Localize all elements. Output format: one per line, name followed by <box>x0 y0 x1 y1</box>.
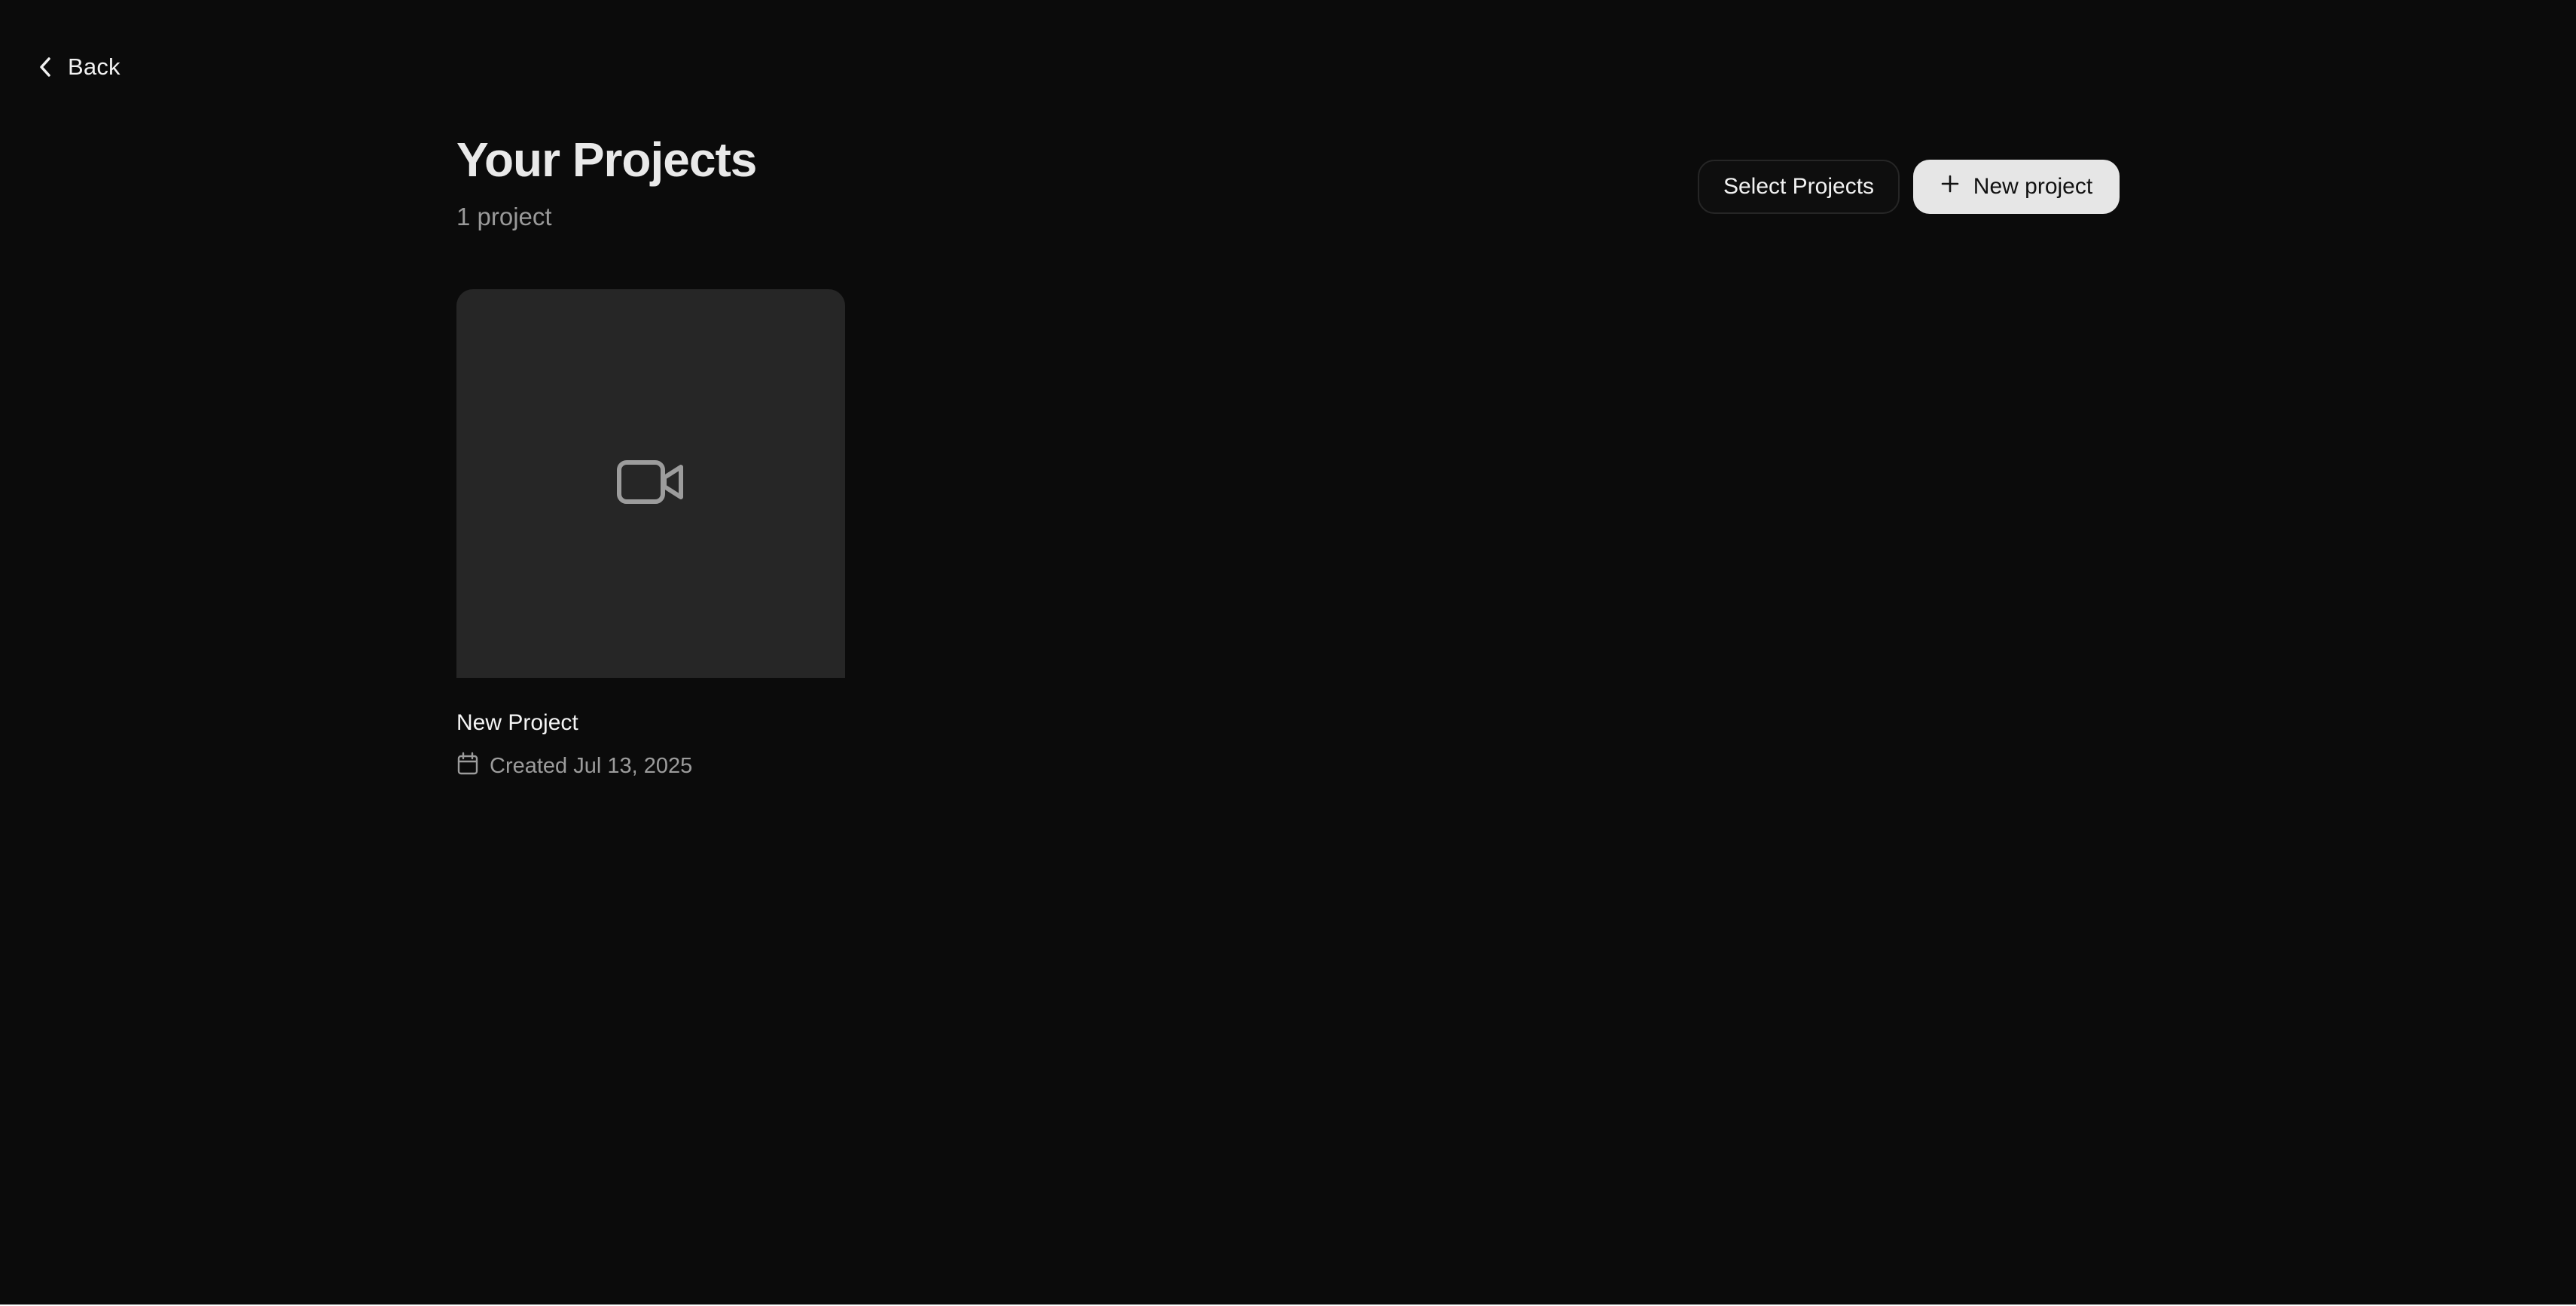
chevron-left-icon <box>38 56 54 78</box>
project-title[interactable]: New Project <box>456 709 845 737</box>
project-card[interactable]: New Project Created Jul 13, 2025 <box>456 289 845 780</box>
plus-icon <box>1940 174 1960 200</box>
new-project-button[interactable]: New project <box>1913 160 2120 214</box>
project-thumbnail[interactable] <box>456 289 845 678</box>
project-count: 1 project <box>456 203 552 230</box>
video-camera-icon <box>617 458 685 510</box>
new-project-label: New project <box>1973 174 2093 199</box>
calendar-icon <box>456 752 479 780</box>
project-created-date: Created Jul 13, 2025 <box>490 753 693 778</box>
page-header: Your Projects 1 project <box>456 128 757 232</box>
page-title: Your Projects <box>456 133 757 187</box>
select-projects-label: Select Projects <box>1723 174 1875 199</box>
select-projects-button[interactable]: Select Projects <box>1698 160 1900 214</box>
back-label: Back <box>68 53 121 80</box>
back-button[interactable]: Back <box>38 48 121 86</box>
projects-page: Back Your Projects 1 project Select Proj… <box>0 0 2576 1304</box>
header-actions: Select Projects New project <box>1698 160 2120 214</box>
project-meta: Created Jul 13, 2025 <box>456 752 845 780</box>
